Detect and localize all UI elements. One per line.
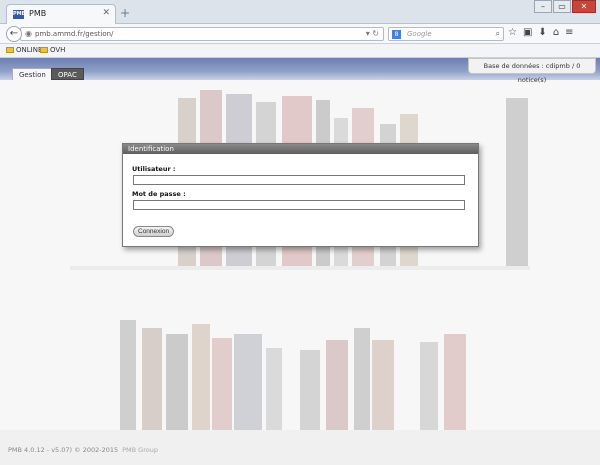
search-bar[interactable]: 8 Google ⌕ bbox=[388, 27, 504, 41]
clipboard-icon[interactable]: ▣ bbox=[523, 27, 532, 38]
toolbar-icons: ☆ ▣ ⬇ ⌂ ≡ bbox=[508, 27, 574, 38]
username-label: Utilisateur : bbox=[132, 165, 176, 173]
page-content: Gestion OPAC Base de données : cdipmb / … bbox=[0, 58, 600, 465]
footer-vendor-link[interactable]: PMB Group bbox=[122, 446, 158, 454]
minimize-button[interactable]: – bbox=[534, 0, 552, 13]
bookmark-online[interactable]: ONLINE bbox=[6, 46, 42, 54]
new-tab-button[interactable]: + bbox=[120, 6, 130, 20]
reload-icon[interactable]: ▾ ↻ bbox=[366, 29, 379, 38]
bookmark-star-icon[interactable]: ☆ bbox=[508, 27, 517, 38]
tab-opac[interactable]: OPAC bbox=[51, 68, 84, 80]
url-bar[interactable]: ◉ pmb.ammd.fr/gestion/ ▾ ↻ bbox=[20, 27, 384, 41]
url-text[interactable]: pmb.ammd.fr/gestion/ bbox=[35, 30, 113, 38]
folder-icon bbox=[40, 47, 48, 53]
search-icon[interactable]: ⌕ bbox=[496, 29, 500, 39]
bookmarks-bar: ONLINE OVH bbox=[0, 44, 600, 58]
login-dialog-title: Identification bbox=[123, 144, 478, 154]
password-input[interactable] bbox=[133, 200, 465, 210]
menu-icon[interactable]: ≡ bbox=[565, 27, 573, 38]
pmb-favicon-icon: PMB bbox=[13, 10, 26, 19]
footer-version: PMB 4.0.12 - v5.07) © 2002-2015 PMB Group bbox=[8, 446, 158, 454]
browser-titlebar: PMB PMB ✕ + – ▭ ✕ bbox=[0, 0, 600, 24]
globe-icon: ◉ bbox=[25, 29, 32, 38]
browser-tab[interactable]: PMB PMB ✕ bbox=[6, 4, 116, 24]
page-footer: PMB 4.0.12 - v5.07) © 2002-2015 PMB Group bbox=[0, 430, 600, 465]
search-engine-icon[interactable]: 8 bbox=[392, 30, 401, 39]
window-controls: – ▭ ✕ bbox=[533, 0, 596, 14]
maximize-button[interactable]: ▭ bbox=[553, 0, 571, 13]
password-label: Mot de passe : bbox=[132, 190, 186, 198]
home-icon[interactable]: ⌂ bbox=[553, 27, 559, 38]
login-dialog: Identification Utilisateur : Mot de pass… bbox=[122, 143, 479, 247]
connexion-button[interactable]: Connexion bbox=[133, 226, 175, 237]
back-button[interactable]: ← bbox=[6, 26, 22, 42]
bookmark-ovh[interactable]: OVH bbox=[40, 46, 65, 54]
tab-title: PMB bbox=[29, 9, 47, 18]
search-placeholder: Google bbox=[407, 30, 432, 38]
download-icon[interactable]: ⬇ bbox=[538, 27, 546, 38]
close-icon[interactable]: ✕ bbox=[102, 8, 110, 18]
browser-navbar: ◉ pmb.ammd.fr/gestion/ ▾ ↻ ← 8 Google ⌕ … bbox=[0, 24, 600, 44]
database-info: Base de données : cdipmb / 0 notice(s) bbox=[468, 58, 596, 84]
close-window-button[interactable]: ✕ bbox=[572, 0, 596, 13]
username-input[interactable] bbox=[133, 175, 465, 185]
folder-icon bbox=[6, 47, 14, 53]
tab-gestion[interactable]: Gestion bbox=[12, 68, 53, 80]
